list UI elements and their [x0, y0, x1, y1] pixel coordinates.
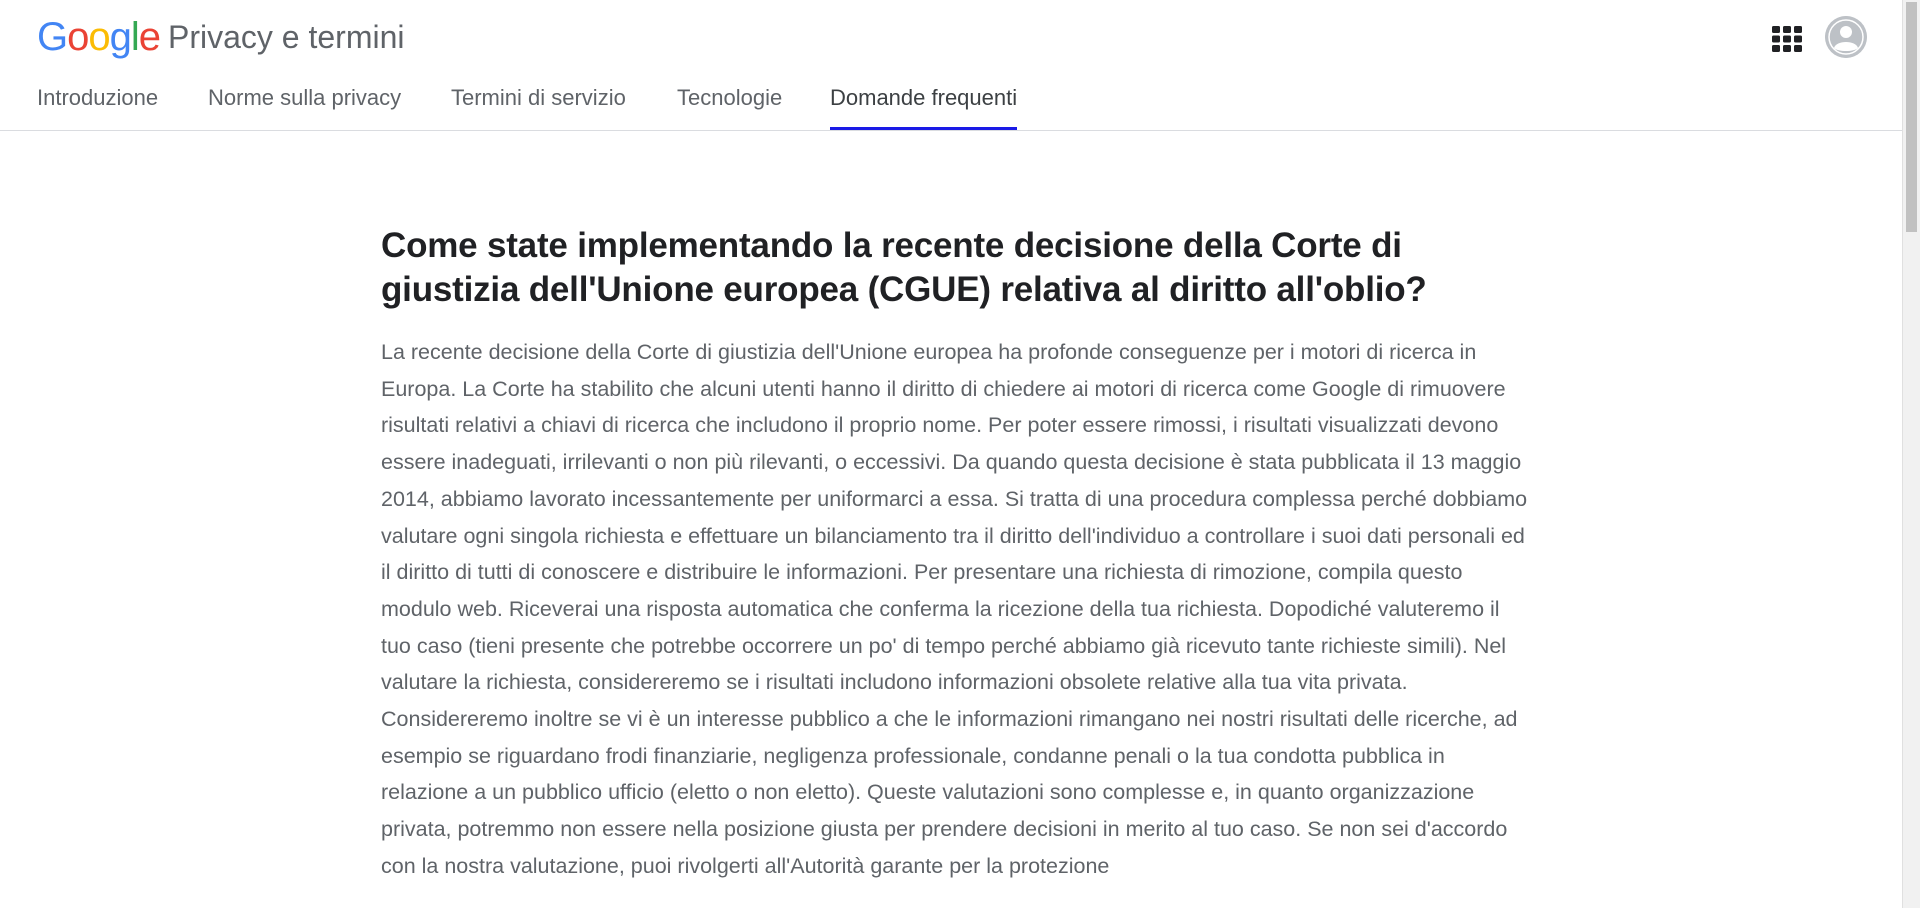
- tab-label: Tecnologie: [677, 85, 783, 110]
- logo-letter: G: [37, 15, 68, 59]
- vertical-scrollbar[interactable]: [1902, 0, 1920, 908]
- apps-grid-svg: [1772, 26, 1802, 52]
- tab-label: Domande frequenti: [830, 85, 1018, 110]
- tab-norme-privacy[interactable]: Norme sulla privacy: [208, 80, 401, 128]
- tab-termini-servizio[interactable]: Termini di servizio: [451, 80, 626, 128]
- active-tab-indicator: [830, 127, 1018, 130]
- logo-letter: o: [67, 15, 89, 59]
- faq-question: Come state implementando la recente deci…: [381, 226, 1427, 309]
- product-name: Privacy e termini: [168, 19, 405, 55]
- tab-label: Termini di servizio: [451, 85, 626, 110]
- faq-answer: La recente decisione della Corte di gius…: [381, 340, 1528, 878]
- tab-label: Norme sulla privacy: [208, 85, 402, 110]
- page: Google Privacy e termini Introduzione No…: [0, 0, 1920, 908]
- faq-content: Come state implementando la recente deci…: [381, 224, 1531, 885]
- apps-grid-icon[interactable]: [1771, 25, 1803, 53]
- google-logo[interactable]: Google: [37, 12, 161, 62]
- site-header: Google Privacy e termini Introduzione No…: [0, 0, 1902, 131]
- scrollbar-thumb[interactable]: [1906, 2, 1917, 232]
- tab-tecnologie[interactable]: Tecnologie: [677, 80, 782, 128]
- avatar-svg: [1825, 16, 1867, 58]
- main-nav: Introduzione Norme sulla privacy Termini…: [0, 80, 1902, 130]
- tab-domande-frequenti[interactable]: Domande frequenti: [830, 80, 1018, 130]
- tab-introduzione[interactable]: Introduzione: [37, 80, 158, 128]
- account-avatar-icon[interactable]: [1825, 16, 1867, 58]
- logo-letter: g: [109, 15, 132, 59]
- tab-label: Introduzione: [37, 85, 159, 110]
- viewport: Google Privacy e termini Introduzione No…: [0, 0, 1902, 908]
- logo-letter: l: [130, 15, 140, 59]
- logo-letter: e: [138, 15, 161, 59]
- logo-letter: o: [88, 15, 110, 59]
